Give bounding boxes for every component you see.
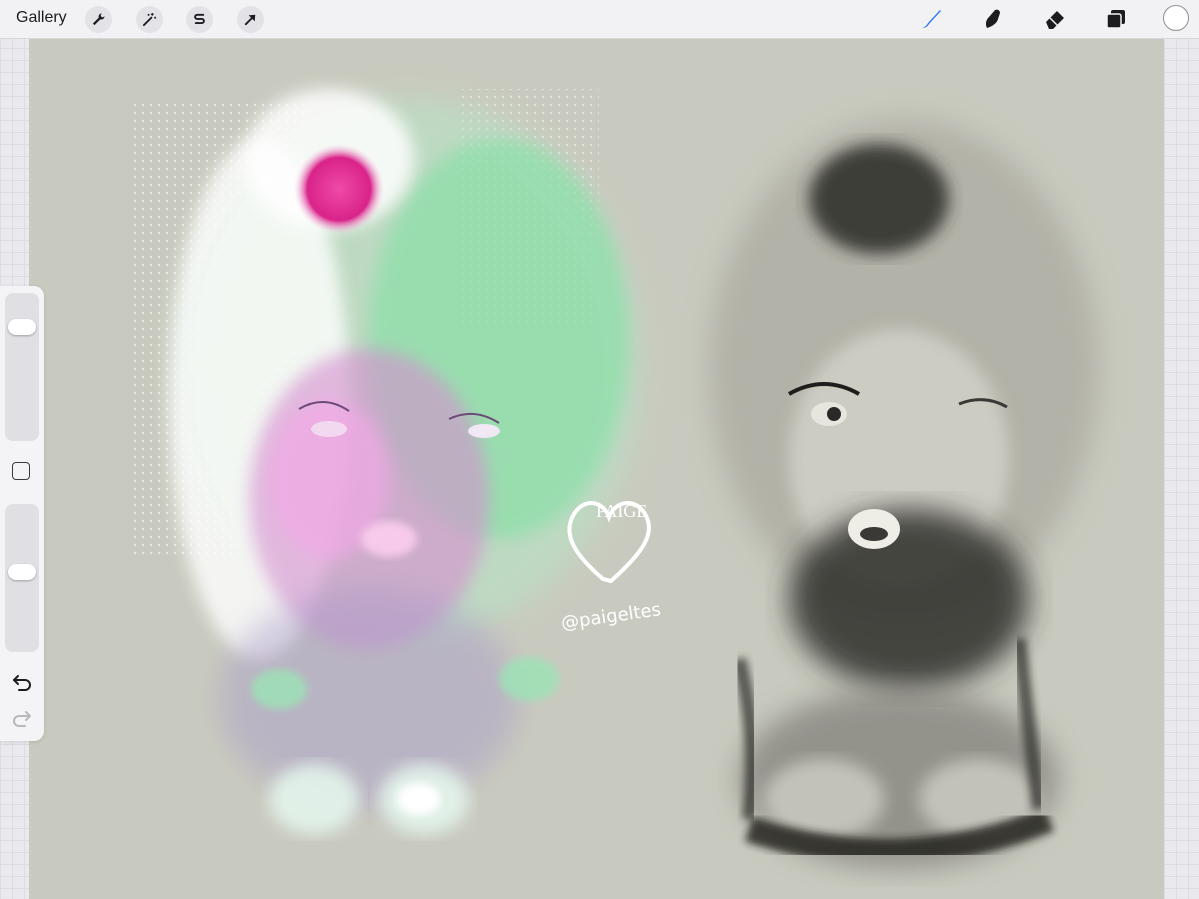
brush-icon[interactable]: [918, 6, 944, 32]
top-toolbar: Gallery: [0, 0, 1199, 39]
layers-icon[interactable]: [1103, 6, 1129, 32]
actions-button[interactable]: [85, 6, 112, 33]
selection-button[interactable]: [186, 6, 213, 33]
arrow-cursor-icon: [244, 14, 256, 26]
brush-size-slider[interactable]: [5, 293, 39, 441]
drawing-canvas[interactable]: PAIGE @paigeltes: [29, 39, 1164, 899]
undo-icon[interactable]: [11, 671, 33, 693]
smudge-icon[interactable]: [980, 6, 1006, 32]
opacity-slider[interactable]: [5, 504, 39, 652]
square-icon[interactable]: [12, 462, 30, 480]
redo-icon[interactable]: [11, 707, 33, 729]
selection-s-icon: [194, 13, 205, 24]
magic-wand-icon: [142, 12, 157, 27]
eraser-icon[interactable]: [1042, 6, 1068, 32]
brush-size-thumb[interactable]: [8, 319, 36, 336]
transform-button[interactable]: [237, 6, 264, 33]
adjustments-button[interactable]: [136, 6, 163, 33]
left-sidebar: [0, 286, 44, 741]
gallery-button[interactable]: Gallery: [16, 9, 67, 27]
opacity-thumb[interactable]: [8, 563, 36, 580]
watermark-logo-text: PAIGE: [596, 501, 647, 521]
right-portrait: [709, 119, 1099, 869]
wrench-icon: [92, 13, 105, 26]
artwork: PAIGE @paigeltes: [129, 89, 1099, 869]
left-portrait: [129, 89, 639, 834]
watermark-handle: @paigeltes: [560, 599, 662, 634]
color-picker-swatch[interactable]: [1163, 5, 1189, 31]
